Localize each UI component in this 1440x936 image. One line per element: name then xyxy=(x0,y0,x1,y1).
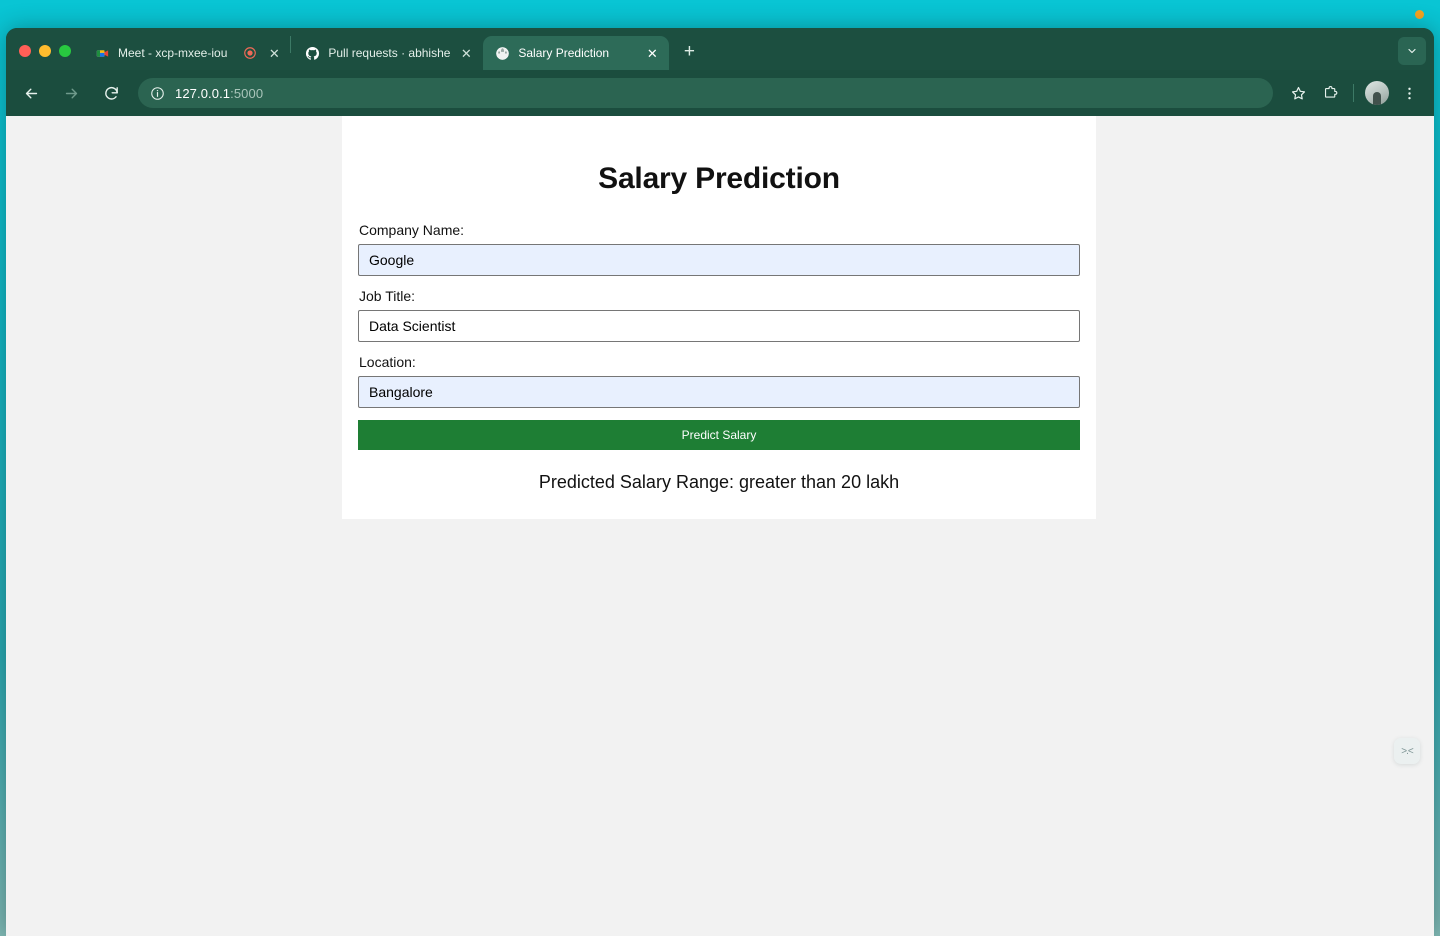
chevron-down-icon xyxy=(1408,48,1416,54)
reload-icon xyxy=(104,86,118,100)
close-window-button[interactable] xyxy=(19,45,31,57)
bookmark-star-button[interactable] xyxy=(1283,78,1313,108)
tab-separator xyxy=(290,36,292,53)
tab-strip: Meet - xcp-mxee-iou ✕ Pull requests · ab… xyxy=(6,28,1434,70)
tab-recording[interactable]: ✕ xyxy=(236,36,288,70)
google-meet-icon xyxy=(94,45,110,61)
arrow-right-icon xyxy=(65,88,77,98)
page-title: Salary Prediction xyxy=(598,162,840,195)
menubar-status-dot xyxy=(1415,10,1424,19)
star-icon xyxy=(1291,86,1305,99)
avatar xyxy=(1365,81,1389,105)
tab-close-button[interactable]: ✕ xyxy=(458,45,474,61)
browser-menu-button[interactable] xyxy=(1394,78,1424,108)
arrow-left-icon xyxy=(25,88,37,98)
kebab-menu-icon xyxy=(1407,87,1411,99)
job-title-input[interactable] xyxy=(358,310,1080,342)
salary-prediction-card: Salary Prediction Company Name: Job Titl… xyxy=(342,116,1096,519)
window-traffic-lights xyxy=(6,45,83,70)
maximize-window-button[interactable] xyxy=(59,45,71,57)
predict-salary-button[interactable]: Predict Salary xyxy=(358,420,1080,450)
profile-button[interactable] xyxy=(1362,78,1392,108)
address-bar[interactable]: 127.0.0.1:5000 xyxy=(138,78,1273,108)
page-viewport: Salary Prediction Company Name: Job Titl… xyxy=(6,116,1434,936)
toolbar-actions xyxy=(1283,78,1424,108)
tab-title: Meet - xcp-mxee-iou xyxy=(118,46,228,60)
prediction-result-text: Predicted Salary Range: greater than 20 … xyxy=(538,472,900,492)
location-label: Location: xyxy=(359,354,416,370)
extensions-button[interactable] xyxy=(1315,78,1345,108)
floating-assistant-widget[interactable]: >.< xyxy=(1394,738,1420,764)
url-port: :5000 xyxy=(230,85,264,101)
tab-title: Salary Prediction xyxy=(518,46,610,60)
tab-github-pull-requests[interactable]: Pull requests · abhisheks008/ ✕ xyxy=(293,36,483,70)
address-bar-url: 127.0.0.1:5000 xyxy=(175,86,263,101)
job-title-label: Job Title: xyxy=(359,288,416,304)
tab-title: Pull requests · abhisheks008/ xyxy=(328,46,451,60)
forward-button[interactable] xyxy=(55,77,87,109)
url-host: 127.0.0.1 xyxy=(175,85,231,101)
tab-search-button[interactable] xyxy=(1398,37,1426,65)
new-tab-button[interactable]: + xyxy=(675,38,703,66)
browser-toolbar: 127.0.0.1:5000 xyxy=(6,70,1434,116)
tab-close-button[interactable]: ✕ xyxy=(266,45,282,61)
globe-icon xyxy=(494,45,510,61)
puzzle-piece-icon xyxy=(1324,85,1337,98)
browser-window: Meet - xcp-mxee-iou ✕ Pull requests · ab… xyxy=(6,28,1434,936)
tab-meet[interactable]: Meet - xcp-mxee-iou xyxy=(83,36,236,70)
minimize-window-button[interactable] xyxy=(39,45,51,57)
company-name-input[interactable] xyxy=(358,244,1080,276)
back-button[interactable] xyxy=(15,77,47,109)
toolbar-separator xyxy=(1353,84,1354,102)
tab-close-button[interactable]: ✕ xyxy=(644,45,660,61)
github-icon xyxy=(304,45,320,61)
location-input[interactable] xyxy=(358,376,1080,408)
site-info-icon[interactable] xyxy=(148,84,166,102)
tab-salary-prediction[interactable]: Salary Prediction ✕ xyxy=(483,36,670,70)
recording-indicator-icon xyxy=(242,45,258,61)
company-name-label: Company Name: xyxy=(359,222,465,238)
reload-button[interactable] xyxy=(95,77,127,109)
